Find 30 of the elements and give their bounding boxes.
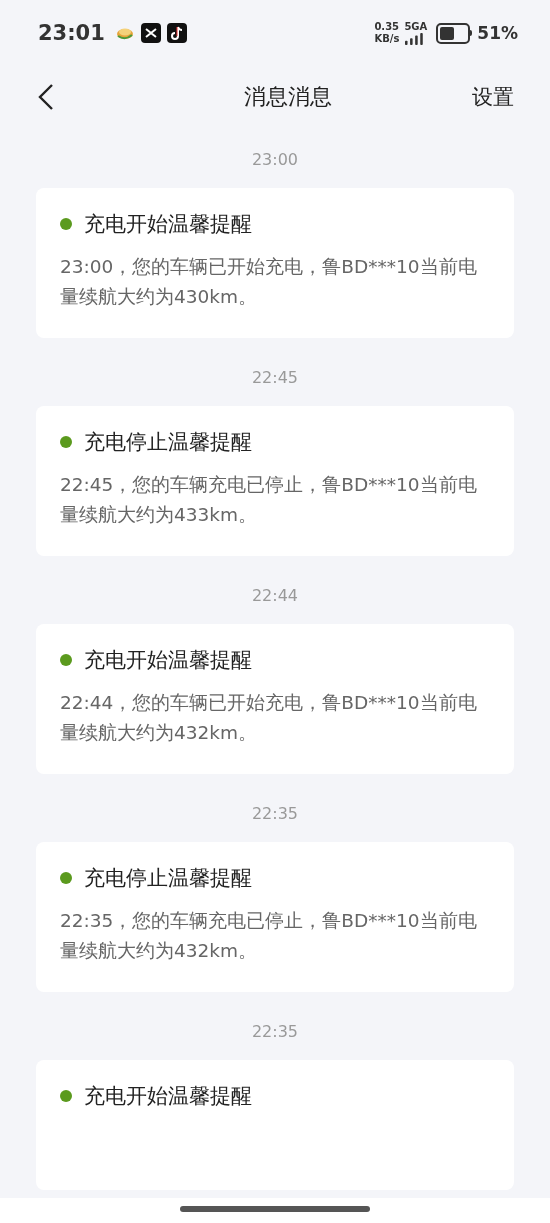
timestamp: 22:35 [250, 1021, 300, 1043]
clock: 23:01 [38, 21, 105, 45]
battery-icon [436, 22, 471, 44]
battery-percent: 51% [477, 23, 518, 43]
message-card[interactable]: 充电开始温馨提醒 22:44，您的车辆已开始充电，鲁BD***10当前电量续航大约为432km。 [36, 624, 514, 774]
message-title: 充电开始温馨提醒 [84, 1083, 252, 1110]
settings-link[interactable]: 设置 [472, 83, 514, 111]
network-type: 5GA [404, 21, 428, 33]
message-text: 23:00，您的车辆已开始充电，鲁BD***10当前电量续航大约为430km。 [60, 255, 478, 309]
message-card[interactable]: 充电开始温馨提醒 23:00，您的车辆已开始充电，鲁BD***10当前电量续航大约为430km。 [36, 188, 514, 338]
cross-app-icon [140, 23, 161, 43]
timestamp: 22:35 [250, 803, 300, 825]
message-text: 22:45，您的车辆充电已停止，鲁BD***10当前电量续航大约为433km。 [60, 473, 478, 527]
message-card[interactable]: 充电停止温馨提醒 22:45，您的车辆充电已停止，鲁BD***10当前电量续航大约为433km。 [36, 406, 514, 556]
message-title: 充电停止温馨提醒 [84, 865, 252, 892]
message-card[interactable]: 充电停止温馨提醒 22:35，您的车辆充电已停止，鲁BD***10当前电量续航大约为432km。 [36, 842, 514, 992]
message-title: 充电开始温馨提醒 [84, 211, 252, 238]
message-title: 充电开始温馨提醒 [84, 647, 252, 674]
message-text: 22:35，您的车辆充电已停止，鲁BD***10当前电量续航大约为432km。 [60, 909, 478, 963]
timestamp: 23:00 [250, 149, 300, 171]
page-title: 消息消息 [244, 83, 332, 111]
timestamp: 22:44 [250, 585, 300, 607]
music-note-app-icon [166, 23, 187, 43]
message-text: 22:44，您的车辆已开始充电，鲁BD***10当前电量续航大约为432km。 [60, 691, 478, 745]
back-icon[interactable] [38, 83, 54, 111]
message-title: 充电停止温馨提醒 [84, 429, 252, 456]
message-card[interactable]: 充电开始温馨提醒 [36, 1060, 514, 1190]
speed-unit: KB/s [374, 33, 400, 45]
network-speed: 0.35 [374, 21, 400, 33]
timestamp: 22:45 [250, 367, 300, 389]
